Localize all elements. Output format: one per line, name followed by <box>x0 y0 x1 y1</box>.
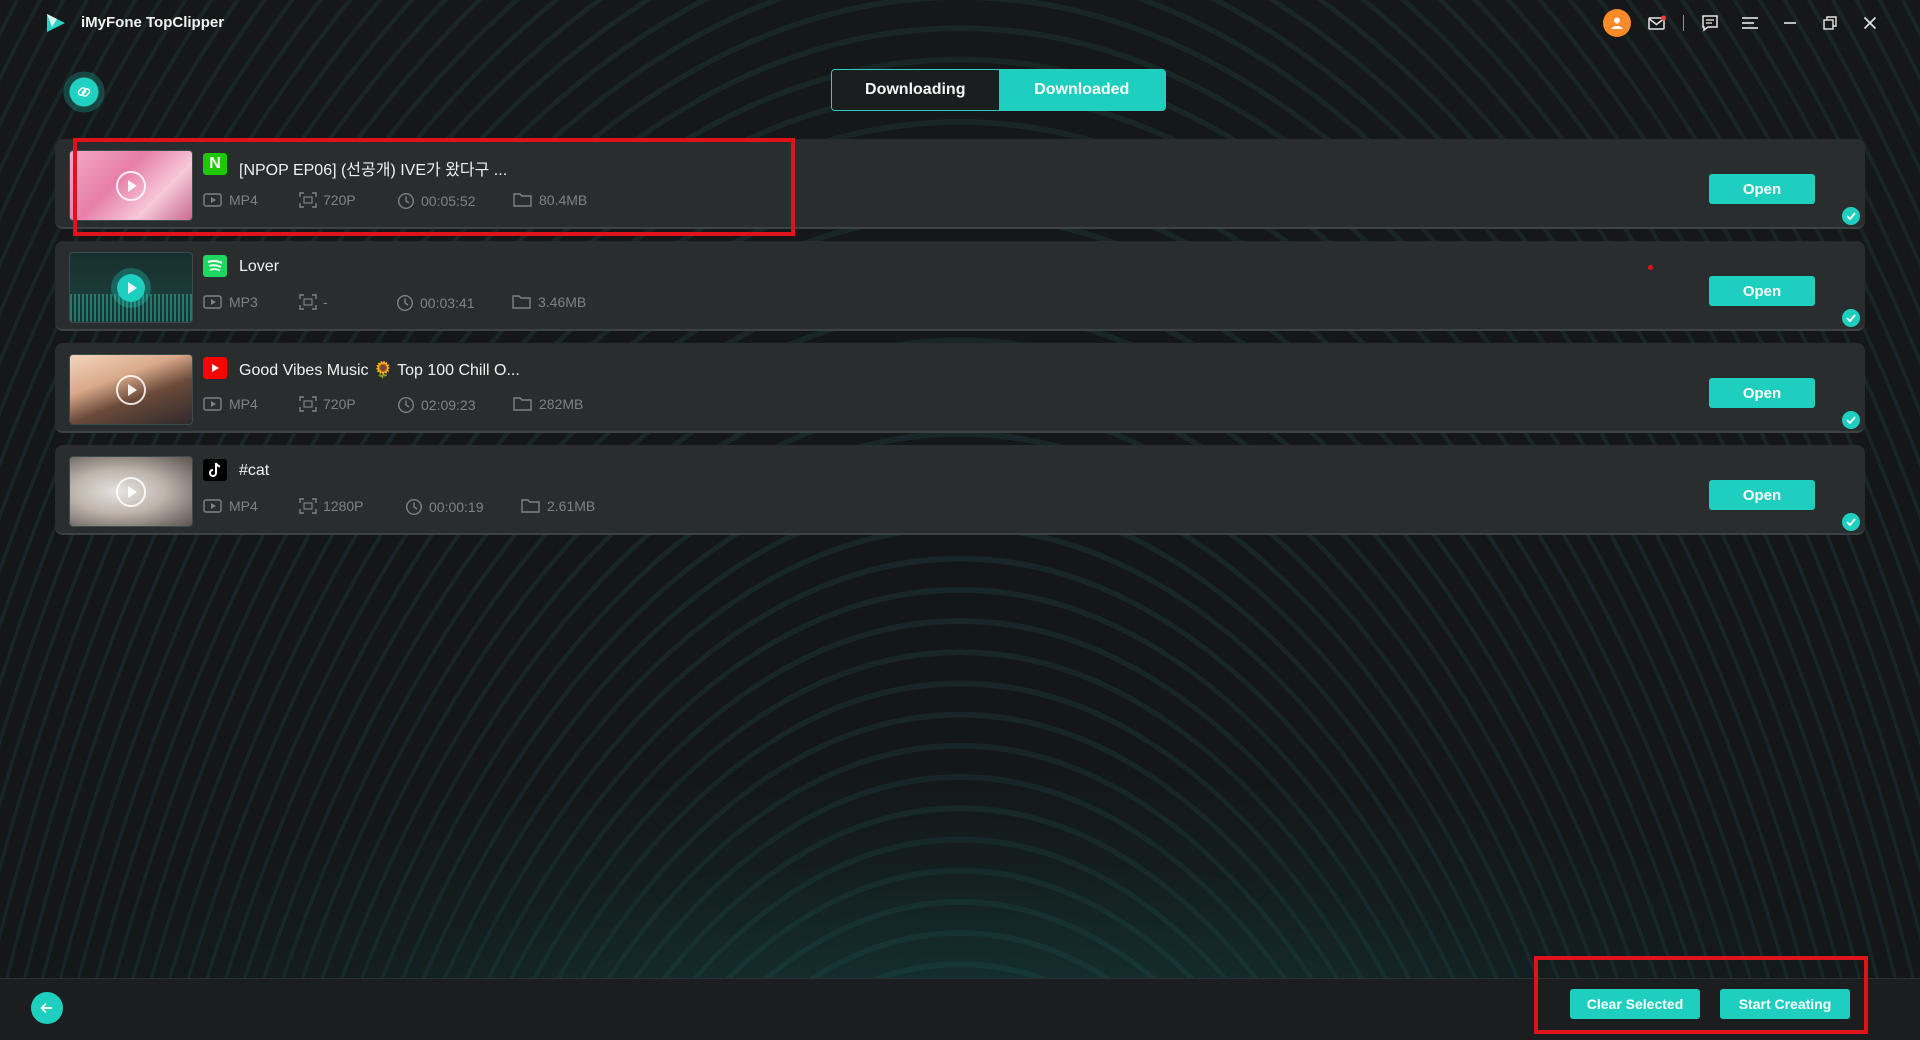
open-button[interactable]: Open <box>1709 174 1815 204</box>
list-item[interactable]: #cat MP4 1280P 00:00:19 2.61MB Open <box>55 445 1865 535</box>
list-item[interactable]: Good Vibes Music 🌻 Top 100 Chill O... MP… <box>55 343 1865 433</box>
tiktok-icon <box>203 459 227 481</box>
app-window: iMyFone TopClipper Downloading Downloade… <box>0 0 1920 1040</box>
user-avatar-icon <box>1603 9 1631 37</box>
restore-icon <box>1823 16 1837 30</box>
duration-text: 00:00:19 <box>429 499 484 515</box>
open-button[interactable]: Open <box>1709 276 1815 306</box>
tab-downloading[interactable]: Downloading <box>832 70 999 110</box>
format-text: MP4 <box>229 396 258 412</box>
list-item[interactable]: Lover MP3 - 00:03:41 3.46MB Open <box>55 241 1865 331</box>
duration-meta: 00:00:19 <box>405 498 484 516</box>
clock-icon <box>405 498 423 516</box>
arrow-left-icon <box>40 1002 52 1014</box>
resolution-icon <box>299 498 317 514</box>
mail-icon <box>1648 15 1666 30</box>
highlight-box <box>1534 956 1868 1034</box>
play-icon[interactable] <box>111 267 151 308</box>
duration-text: 02:09:23 <box>421 397 476 413</box>
audio-thumbnail[interactable] <box>69 252 193 323</box>
duration-meta: 02:09:23 <box>397 396 476 414</box>
link-icon <box>77 87 91 97</box>
selected-check-icon[interactable] <box>1842 309 1860 327</box>
feedback-button[interactable] <box>1690 8 1730 38</box>
play-icon[interactable] <box>116 374 146 405</box>
size-meta: 3.46MB <box>512 294 586 310</box>
tab-downloaded[interactable]: Downloaded <box>998 70 1165 110</box>
size-meta: 2.61MB <box>521 498 595 514</box>
resolution-meta: - <box>299 294 328 310</box>
selected-check-icon[interactable] <box>1842 513 1860 531</box>
mail-button[interactable] <box>1637 8 1677 38</box>
size-text: 2.61MB <box>547 498 596 514</box>
item-title: Good Vibes Music 🌻 Top 100 Chill O... <box>239 362 520 379</box>
resolution-icon <box>299 396 317 412</box>
app-title: iMyFone TopClipper <box>81 14 225 31</box>
open-button[interactable]: Open <box>1709 378 1815 408</box>
minimize-button[interactable] <box>1770 8 1810 38</box>
clock-icon <box>397 396 415 414</box>
menu-button[interactable] <box>1730 8 1770 38</box>
menu-icon <box>1742 17 1758 29</box>
back-button[interactable] <box>31 992 63 1024</box>
chat-icon <box>1702 15 1718 32</box>
highlight-dot <box>1648 265 1653 270</box>
close-button[interactable] <box>1850 8 1890 38</box>
item-title: Lover <box>239 258 280 275</box>
size-text: 3.46MB <box>538 294 587 310</box>
size-text: 282MB <box>539 396 584 412</box>
format-meta: MP4 <box>203 396 258 412</box>
youtube-icon <box>203 357 227 379</box>
account-button[interactable] <box>1597 8 1637 38</box>
selected-check-icon[interactable] <box>1842 207 1860 225</box>
minimize-icon <box>1784 22 1796 24</box>
highlight-box <box>73 138 795 236</box>
clock-icon <box>396 294 414 312</box>
play-icon[interactable] <box>116 476 146 507</box>
format-meta: MP4 <box>203 498 258 514</box>
resolution-text: 1280P <box>323 498 364 514</box>
duration-meta: 00:03:41 <box>396 294 475 312</box>
folder-icon <box>512 295 531 309</box>
item-title: #cat <box>239 462 270 479</box>
selected-check-icon[interactable] <box>1842 411 1860 429</box>
folder-icon <box>513 397 532 411</box>
format-text: MP4 <box>229 498 258 514</box>
format-text: MP3 <box>229 294 258 310</box>
resolution-icon <box>299 294 317 310</box>
restore-button[interactable] <box>1810 8 1850 38</box>
title-bar: iMyFone TopClipper <box>0 0 1920 46</box>
video-thumbnail[interactable] <box>69 354 193 425</box>
paste-link-button[interactable] <box>62 70 106 114</box>
video-thumbnail[interactable] <box>69 456 193 527</box>
app-logo-icon <box>47 14 65 32</box>
duration-text: 00:03:41 <box>420 295 475 311</box>
size-meta: 282MB <box>513 396 583 412</box>
video-format-icon <box>203 397 222 411</box>
resolution-meta: 1280P <box>299 498 363 514</box>
resolution-meta: 720P <box>299 396 356 412</box>
download-tabs: Downloading Downloaded <box>831 69 1166 111</box>
folder-icon <box>521 499 540 513</box>
video-format-icon <box>203 499 222 513</box>
format-meta: MP3 <box>203 294 258 310</box>
window-controls <box>1597 8 1890 38</box>
spotify-icon <box>203 255 227 277</box>
open-button[interactable]: Open <box>1709 480 1815 510</box>
toolbar-divider <box>1683 15 1684 31</box>
resolution-text: - <box>323 294 328 310</box>
close-icon <box>1863 16 1877 30</box>
resolution-text: 720P <box>323 396 356 412</box>
video-format-icon <box>203 295 222 309</box>
